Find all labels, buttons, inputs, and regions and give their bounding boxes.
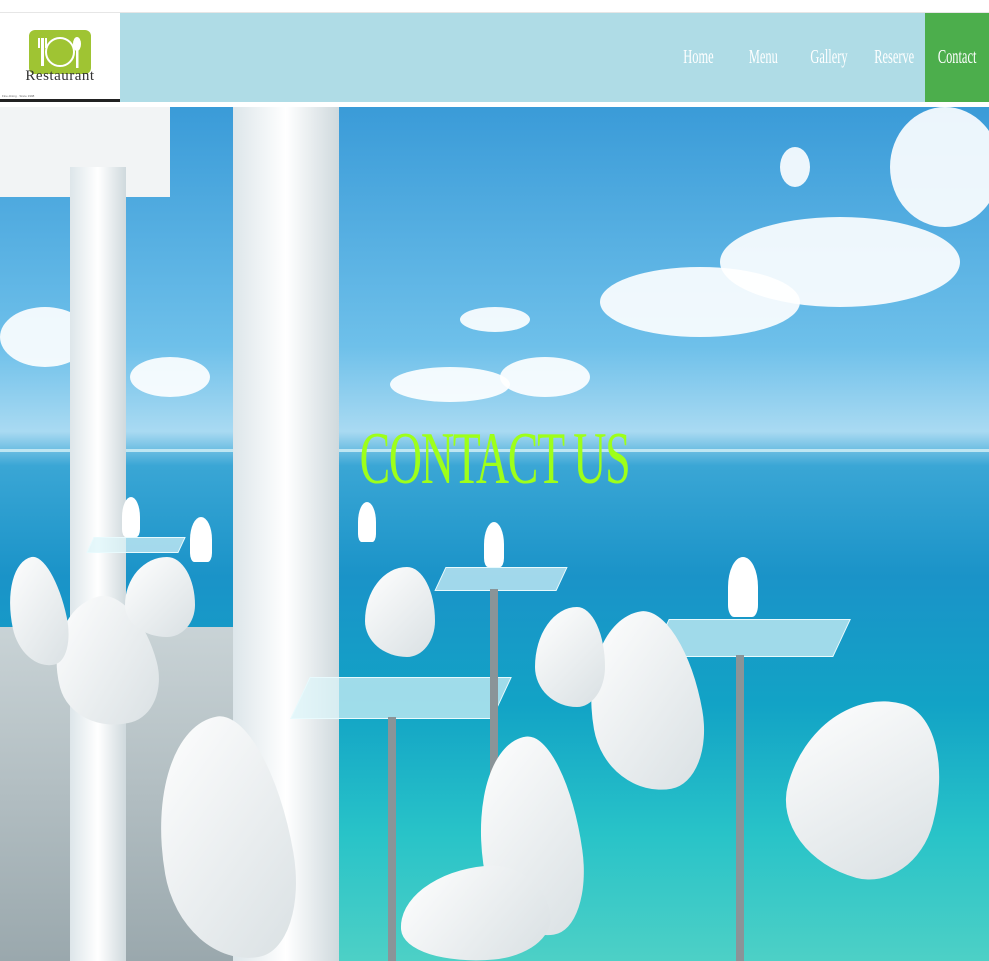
cloud	[460, 307, 530, 332]
bar-chair	[535, 607, 605, 707]
cloud	[500, 357, 590, 397]
hero-banner: CONTACT US	[0, 107, 989, 961]
table-leg	[736, 655, 744, 961]
glass-table	[290, 677, 512, 719]
site-header: Restaurant Fine dining · Since 1998 Home…	[0, 12, 989, 102]
bar-chair	[769, 680, 961, 894]
nav-item-contact[interactable]: Contact	[925, 13, 989, 102]
nav-gallery-label[interactable]: Gallery	[810, 46, 847, 69]
nav-reserve-label[interactable]: Reserve	[874, 46, 914, 69]
cloud	[390, 367, 510, 402]
nav-item-gallery[interactable]: Gallery	[795, 13, 863, 102]
bar-chair	[125, 557, 195, 637]
nav-home-label[interactable]: Home	[683, 46, 713, 69]
wine-glass	[122, 497, 140, 537]
wine-glass	[190, 517, 212, 562]
nav-item-home[interactable]: Home	[665, 13, 731, 102]
logo-tagline: Fine dining · Since 1998	[2, 94, 35, 98]
nav-contact-label[interactable]: Contact	[938, 46, 977, 69]
logo[interactable]: Restaurant Fine dining · Since 1998	[0, 13, 120, 102]
cloud	[780, 147, 810, 187]
table-leg	[388, 717, 396, 961]
glass-table	[434, 567, 568, 591]
logo-name: Restaurant	[25, 68, 95, 84]
nav-item-reserve[interactable]: Reserve	[863, 13, 925, 102]
wine-glass	[728, 557, 758, 617]
pillar	[70, 167, 126, 961]
wine-glass	[358, 502, 376, 542]
cloud	[130, 357, 210, 397]
cloud	[890, 107, 989, 227]
glass-table	[86, 537, 186, 553]
cloud	[600, 267, 800, 337]
main-nav: Home Menu Gallery Reserve Contact	[665, 13, 989, 102]
wine-glass	[484, 522, 504, 567]
nav-menu-label[interactable]: Menu	[749, 46, 778, 69]
bar-chair	[365, 567, 435, 657]
nav-item-menu[interactable]: Menu	[731, 13, 795, 102]
page-title: CONTACT US	[359, 418, 631, 500]
